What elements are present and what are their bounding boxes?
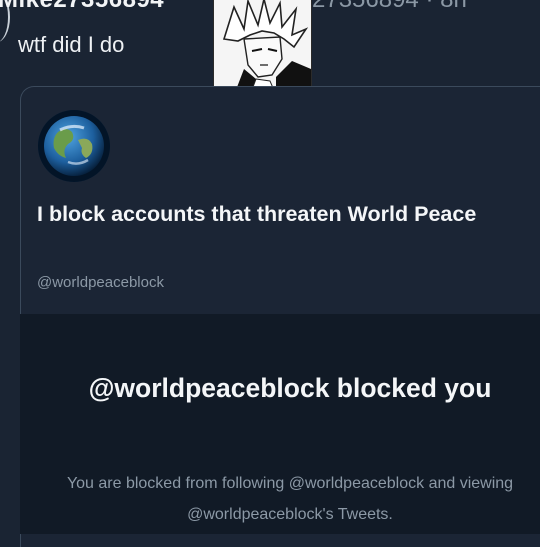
blocked-title: @worldpeaceblock blocked you [88,373,492,403]
tweet-meta: 27356894 · 8h [312,0,467,14]
profile-name: I block accounts that threaten World Pea… [37,202,477,226]
tweet-author-handle[interactable]: Mike27356894 [0,0,164,14]
earth-globe-icon[interactable] [38,110,110,182]
profile-handle[interactable]: @worldpeaceblock [37,274,164,291]
tweet-text: wtf did I do [18,32,125,57]
anime-character-image [213,0,312,96]
blocked-description: You are blocked from following @worldpea… [66,475,514,523]
